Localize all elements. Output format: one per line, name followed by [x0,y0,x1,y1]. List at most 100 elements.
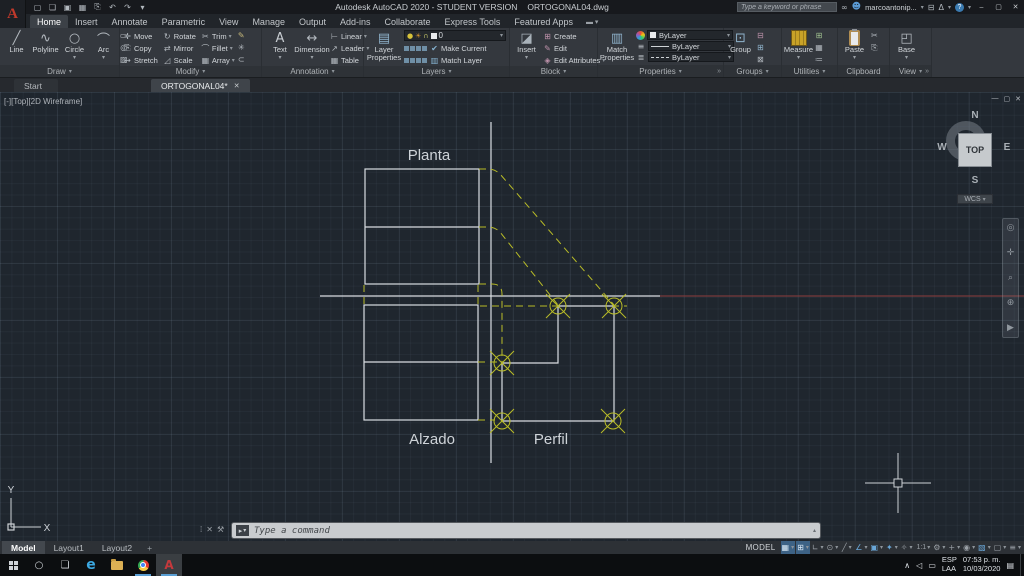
ribbon-display-toggle-icon[interactable]: ▬ ▾ [586,18,598,26]
layer-select-arrow[interactable]: ▾ [500,32,503,39]
signed-in-user[interactable]: marcoantonip... [865,3,917,12]
ribbon-tab-featured-apps[interactable]: Featured Apps [507,15,580,28]
command-recent-icon[interactable]: ▸ ▾ [236,525,249,536]
orbit-icon[interactable]: ⊕ [1007,298,1015,308]
autodesk-menu-arrow[interactable]: ▾ [948,4,951,11]
ribbon-tab-insert[interactable]: Insert [68,15,105,28]
redo-icon-redo[interactable]: ↷ [122,2,133,13]
pan-icon[interactable]: ✛ [1007,248,1015,258]
ribbon-button-rotate[interactable]: ↻ Rotate ▾ [163,30,196,42]
status-toggle-isolate[interactable]: ◉ ▾ [962,541,976,554]
panel-label-block[interactable]: Block ▾ [510,66,597,77]
ribbon-button-circle[interactable]: ○ Circle ▾ [61,30,88,61]
action-center-icon[interactable]: ▤ [1006,561,1014,570]
taskbar-item-task-view[interactable]: ❏ [52,554,78,576]
explode-icon-explode[interactable]: ✳ [238,43,245,52]
ribbon-button-stretch[interactable]: ↦ Stretch ▾ [123,54,158,66]
ribbon-tab-parametric[interactable]: Parametric [155,15,213,28]
zoom-extents-icon[interactable]: ⌕ [1008,273,1013,283]
copy-clip-icon-copy-clip[interactable]: ⎘ [871,43,878,52]
status-toggle-workspace[interactable]: ⚙ ▾ [932,541,946,554]
lineweight-select[interactable]: ByLayer ▾ [648,41,734,51]
status-toggle-snap[interactable]: ⊞ ▾ [796,541,810,554]
hidden-icons-chevron[interactable]: ∧ [904,561,910,570]
save-icon-save[interactable]: ▣ [62,2,73,13]
ribbon-tab-output[interactable]: Output [292,15,333,28]
taskbar-item-chrome[interactable] [130,554,156,576]
ribbon-button-group[interactable]: ⊡ Group ▾ [727,30,754,54]
app-store-icon[interactable]: ⊟ [928,3,935,12]
group-mini2-icon-group-mini2[interactable]: ⊞ [757,43,764,52]
ribbon-tab-collaborate[interactable]: Collaborate [378,15,438,28]
offset-icon-offset[interactable]: ⊂ [238,55,245,64]
ribbon-button-dimension[interactable]: ↔ Dimension ▾ [294,30,329,61]
language-indicator[interactable]: ESP LAA [942,556,957,573]
group-mini1-icon-group-mini1[interactable]: ⊟ [757,31,764,40]
network-icon[interactable]: ▭ [928,561,936,570]
cut-icon-cut[interactable]: ✂ [871,31,878,40]
file-tab-ortogonal04-[interactable]: ORTOGONAL04* ✕ [150,79,250,92]
status-toggle-plus[interactable]: + ▾ [947,541,961,554]
status-toggle-grid[interactable]: ▦ ▾ [780,541,796,554]
command-expand-icon[interactable]: ▴ [813,527,816,534]
doc-close-button[interactable]: ✕ [1015,95,1021,103]
ribbon-button-edit-attrs[interactable]: ◈ Edit Attributes ▾ [543,54,605,66]
layer-select[interactable]: ● ☀ ∩ 0 ▾ [404,30,506,41]
ribbon-button-base-view[interactable]: ◰ Base ▾ [893,30,920,61]
ribbon-button-fillet[interactable]: ⌒ Fillet ▾ [201,42,235,54]
help-icon[interactable]: ? [954,2,964,12]
status-toggle-osnap[interactable]: ▣ ▾ [869,541,884,554]
status-toggle-polar[interactable]: ⊙ ▾ [826,541,840,554]
ribbon-button-create-block[interactable]: ⊞ Create ▾ [543,30,605,42]
status-toggle-isodraft[interactable]: ╱ ▾ [840,541,853,554]
status-toggle-autoscale[interactable]: ✧ ▾ [900,541,914,554]
ribbon-tab-add-ins[interactable]: Add-ins [333,15,378,28]
ribbon-button-mirror[interactable]: ⇄ Mirror ▾ [163,42,196,54]
search-icon[interactable]: ∞ [841,3,848,12]
ribbon-button-polyline[interactable]: ∿ Polyline ▾ [32,30,59,54]
erase-icon-erase[interactable]: ✎ [238,31,245,40]
command-close-icon[interactable]: ✕ [206,525,213,534]
list-tool-icon-list-tool[interactable]: ≔ [815,55,823,64]
close-tab-icon[interactable]: ✕ [234,82,240,90]
panel-label-utilities[interactable]: Utilities ▾ [782,65,837,77]
user-menu-arrow[interactable]: ▾ [921,4,924,11]
keyword-search-input[interactable] [737,2,837,12]
panel-label-modify[interactable]: Modify ▾ [120,66,261,77]
doc-restore-button[interactable]: ▢ [1004,95,1011,103]
ribbon-button-text[interactable]: A Text ▾ [265,30,295,61]
ribbon-button-trim[interactable]: ✂ Trim ▾ [201,30,235,42]
command-line[interactable]: ▸ ▾ Type a command ▴ [232,523,820,538]
panel-label-view[interactable]: View ▾» [890,65,931,77]
object-color-select[interactable]: ByLayer ▾ [647,30,733,40]
restore-button[interactable]: ▢ [992,1,1005,13]
layer-tool-make-current[interactable]: ✔ Make Current [404,42,506,54]
ribbon-button-paste[interactable]: Paste ▾ [841,29,868,61]
panel-label-properties[interactable]: Properties ▾» [598,65,723,77]
command-grip-icon[interactable]: ⁞ [200,525,202,534]
viewcube-east[interactable]: E [1001,142,1013,153]
ribbon-button-edit-block[interactable]: ✎ Edit ▾ [543,42,605,54]
taskbar-item-start[interactable] [0,554,26,576]
status-toggle-customize[interactable]: ≡ ▾ [1008,541,1022,554]
undo-icon-undo[interactable]: ↶ [107,2,118,13]
layer-tool-match-layer[interactable]: ▥ Match Layer [404,54,506,66]
viewcube-south[interactable]: S [969,175,981,186]
ribbon-button-arc[interactable]: ⌒ Arc ▾ [90,30,117,61]
plot-icon-plot[interactable]: ⎘ [92,2,103,13]
viewcube-west[interactable]: W [936,142,948,153]
status-toggle-annotation-scale[interactable]: 1:1 ▾ [914,541,931,554]
qat-overflow-icon-qat-overflow[interactable]: ▾ [137,2,148,13]
taskbar-item-edge[interactable]: e [78,554,104,576]
layout-tab-layout2[interactable]: Layout2 [93,541,141,554]
command-input[interactable]: Type a command [254,526,808,536]
viewcube[interactable]: TOP N S W E WCS ▾ [936,110,1013,208]
wcs-menu[interactable]: WCS ▾ [957,194,993,204]
show-motion-icon[interactable]: ▶ [1007,323,1014,333]
viewport-controls-label[interactable]: [-][Top][2D Wireframe] [4,97,82,106]
taskbar-item-file-explorer[interactable] [104,554,130,576]
model-space-indicator[interactable]: MODEL [746,543,776,552]
panel-label-clipboard[interactable]: Clipboard [838,65,889,77]
ribbon-tab-express-tools[interactable]: Express Tools [438,15,508,28]
status-toggle-ortho[interactable]: ∟ ▾ [811,541,825,554]
